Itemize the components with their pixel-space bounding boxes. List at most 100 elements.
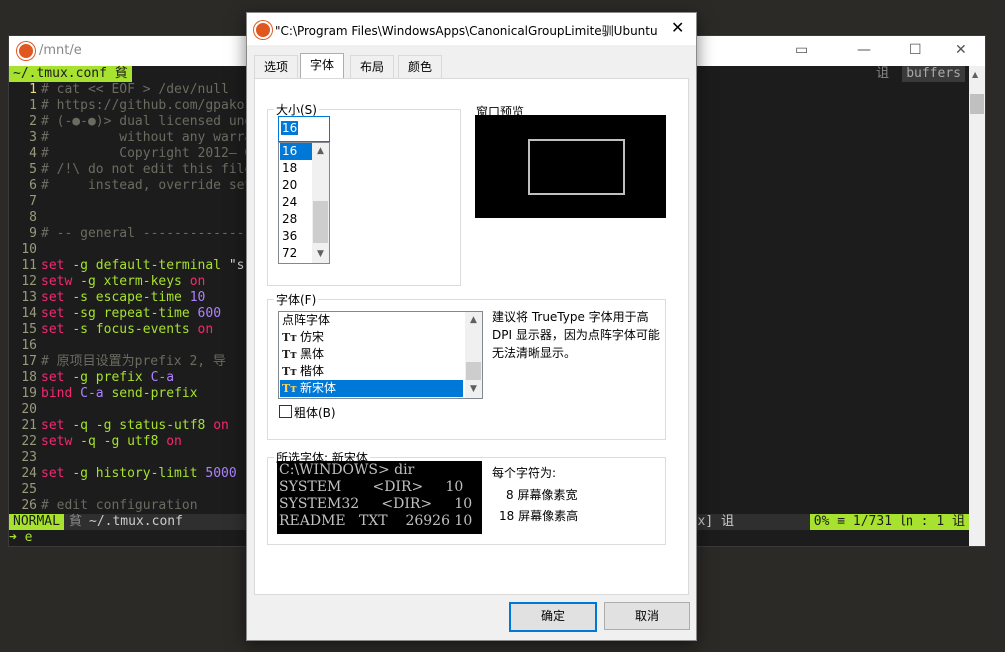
mode-badge: NORMAL: [9, 514, 64, 530]
font-list-item[interactable]: 点阵字体: [280, 312, 463, 329]
ubuntu-logo-icon: [17, 42, 35, 60]
font-list-item[interactable]: Tт 新宋体: [280, 380, 463, 397]
line-number: 4: [29, 146, 37, 161]
line-number: 10: [21, 242, 37, 257]
line-number: 19: [21, 386, 37, 401]
font-scrollbar[interactable]: ▲ ▼: [465, 312, 482, 398]
scroll-down-icon[interactable]: ▼: [465, 381, 482, 398]
scroll-thumb[interactable]: [313, 201, 328, 243]
window-preview: [475, 115, 666, 218]
code-token: set: [41, 322, 73, 337]
scroll-up-icon[interactable]: ▲: [312, 143, 329, 160]
restore-window-icon[interactable]: ▭: [795, 42, 808, 58]
code-token: set: [41, 306, 73, 321]
truetype-icon: Tт: [282, 331, 298, 344]
code-line: 3 # without any warranty.: [9, 130, 283, 146]
font-list-item[interactable]: Tт 仿宋: [280, 329, 463, 346]
size-list-item[interactable]: 36: [280, 228, 312, 245]
size-list-item[interactable]: 20: [280, 177, 312, 194]
code-line: 11 set -g default-terminal "s: [9, 258, 244, 274]
size-list-item[interactable]: 16: [280, 143, 312, 160]
code-line: 26 # edit configuration: [9, 498, 198, 514]
tab-options[interactable]: 选项: [254, 55, 299, 78]
sample-line: SYSTEM32 <DIR> 10: [279, 496, 473, 512]
sample-line: SYSTEM <DIR> 10: [279, 479, 464, 495]
code-line: 20: [9, 402, 41, 418]
code-line: 22 setw -q -g utf8 on: [9, 434, 182, 450]
line-number: 23: [21, 450, 37, 465]
char-height: 18 屏幕像素高: [499, 509, 579, 523]
tab-font[interactable]: 字体: [300, 53, 345, 80]
sample-line: README TXT 26926 10: [279, 513, 473, 529]
line-number: 6: [29, 178, 37, 193]
code-line: 1 # cat << EOF > /dev/null: [9, 82, 229, 98]
line-number: 9: [29, 226, 37, 241]
tab-layout[interactable]: 布局: [350, 55, 395, 78]
truetype-icon: Tт: [282, 365, 298, 378]
scroll-thumb[interactable]: [970, 94, 984, 114]
code-token: 600: [197, 306, 222, 321]
code-token: # edit configuration: [41, 498, 198, 513]
buffers-tag: buffers: [902, 66, 965, 82]
mode-glyph: 貧: [69, 514, 83, 529]
font-list-item[interactable]: Tт 楷体: [280, 363, 463, 380]
code-token: -s escape-time: [72, 290, 190, 305]
code-line: 25: [9, 482, 41, 498]
code-token: -q -g utf8: [80, 434, 167, 449]
terminal-title: /mnt/e: [39, 43, 82, 58]
line-number: 13: [21, 290, 37, 305]
font-list-item[interactable]: Tт 黑体: [280, 346, 463, 363]
char-size-label: 每个字符为:: [492, 466, 557, 480]
close-icon[interactable]: ✕: [955, 42, 967, 58]
size-list-item[interactable]: 28: [280, 211, 312, 228]
line-number: 7: [29, 194, 37, 209]
terminal-scrollbar[interactable]: ▲: [969, 66, 985, 546]
scroll-up-icon[interactable]: ▲: [465, 312, 482, 329]
close-icon[interactable]: ✕: [671, 18, 684, 37]
size-input[interactable]: 16: [278, 116, 330, 142]
code-line: 8: [9, 210, 41, 226]
size-listbox[interactable]: 16 18 20 24 28 36 72 ▲ ▼: [278, 142, 330, 264]
code-token: 10: [189, 290, 206, 305]
code-line: 13 set -s escape-time 10: [9, 290, 205, 306]
code-token: setw: [41, 274, 81, 289]
cancel-button[interactable]: 取消: [604, 602, 690, 630]
size-input-value[interactable]: 16: [281, 121, 299, 135]
vim-tab-file[interactable]: ~/.tmux.conf 貧: [9, 66, 132, 82]
line-number: 8: [29, 210, 37, 225]
scroll-down-icon[interactable]: ▼: [312, 246, 329, 263]
bold-label[interactable]: 粗体(B): [294, 404, 336, 421]
size-list-item[interactable]: 72: [280, 245, 312, 262]
size-scrollbar[interactable]: ▲ ▼: [312, 143, 329, 263]
font-name: 新宋体: [300, 381, 337, 395]
line-number: 16: [21, 338, 37, 353]
maximize-icon[interactable]: ☐: [909, 42, 922, 58]
code-token: C-a: [80, 386, 112, 401]
code-token: # cat << EOF > /dev/null: [41, 82, 229, 97]
code-line: 2 # (-●-●)> dual licensed under: [9, 114, 268, 130]
dialog-titlebar[interactable]: "C:\Program Files\WindowsApps\CanonicalG…: [247, 13, 696, 45]
tab-colors[interactable]: 颜色: [398, 55, 443, 78]
line-number: 2: [29, 114, 37, 129]
status-file: ~/.tmux.conf: [89, 514, 183, 529]
size-list-item[interactable]: 18: [280, 160, 312, 177]
code-token: send-prefix: [111, 386, 198, 401]
line-number: 5: [29, 162, 37, 177]
code-line: 17 # 原项目设置为prefix 2, 导: [9, 354, 226, 370]
code-line: 24 set -g history-limit 5000: [9, 466, 236, 482]
font-sample: C:\WINDOWS> dir SYSTEM <DIR> 10 SYSTEM32 <…: [277, 461, 482, 534]
size-list-item[interactable]: 24: [280, 194, 312, 211]
minimize-icon[interactable]: —: [857, 42, 871, 58]
scroll-up-icon[interactable]: ▲: [972, 70, 978, 79]
code-token: on: [213, 418, 229, 433]
ok-button[interactable]: 确定: [509, 602, 597, 632]
font-listbox[interactable]: 点阵字体 Tт 仿宋 Tт 黑体 Tт 楷体 Tт 新宋体 ▲ ▼: [278, 311, 483, 399]
font-legend: 字体(F): [276, 293, 317, 307]
code-token: C-a: [150, 370, 175, 385]
line-number: 15: [21, 322, 37, 337]
code-token: set: [41, 466, 73, 481]
bold-checkbox[interactable]: [279, 405, 292, 418]
scroll-thumb[interactable]: [466, 362, 481, 380]
code-token: setw: [41, 434, 81, 449]
line-number: 26: [21, 498, 37, 513]
